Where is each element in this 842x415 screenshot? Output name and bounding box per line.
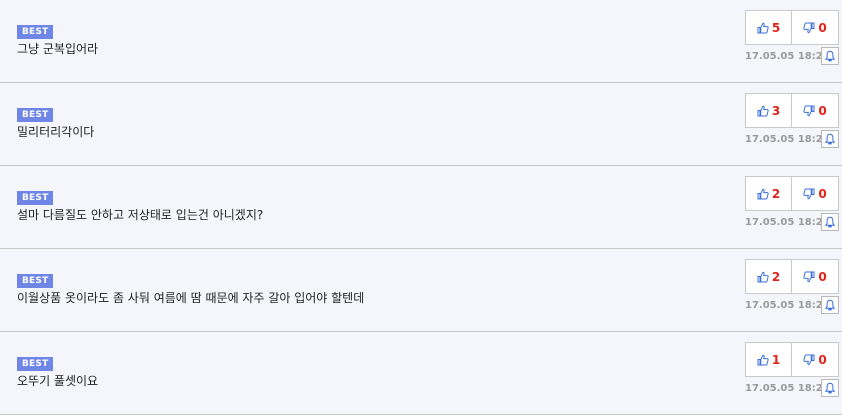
like-count: 2 (771, 186, 781, 201)
comment-list: BEST 그냥 군복입어라 5 0 17.05.05 18:21 BEST 밀리… (0, 0, 842, 415)
comment-date: 17.05.05 18:21 (745, 51, 830, 62)
comment-row: BEST 오뚜기 풀셋이요 1 0 17.05.05 18:21 (0, 332, 842, 415)
like-count: 5 (771, 20, 781, 35)
thumbs-down-icon (803, 105, 815, 116)
dislike-count: 0 (818, 186, 827, 201)
like-button[interactable]: 2 (746, 177, 792, 210)
best-badge: BEST (17, 108, 54, 122)
thumbs-up-icon (757, 354, 769, 365)
dislike-count: 0 (818, 352, 827, 367)
best-badge: BEST (17, 191, 54, 205)
comment-row: BEST 밀리터리각이다 3 0 17.05.05 18:21 (0, 83, 842, 166)
comment-date: 17.05.05 18:21 (745, 134, 830, 145)
comment-text: 그냥 군복입어라 (17, 42, 99, 56)
report-button[interactable] (821, 296, 839, 314)
bell-icon (824, 50, 836, 62)
vote-box: 3 0 (745, 93, 839, 128)
bell-icon (824, 216, 836, 228)
thumbs-up-icon (757, 22, 769, 33)
thumbs-up-icon (757, 271, 769, 282)
thumbs-down-icon (803, 22, 815, 33)
comment-date: 17.05.05 18:21 (745, 383, 830, 394)
comment-text: 밀리터리각이다 (17, 125, 95, 139)
dislike-count: 0 (818, 20, 827, 35)
comment-row: BEST 이월상품 옷이라도 좀 사둬 여름에 땀 때문에 자주 갈아 입어야 … (0, 249, 842, 332)
like-button[interactable]: 2 (746, 260, 792, 293)
dislike-count: 0 (818, 269, 827, 284)
comment-text: 설마 다름질도 안하고 저상태로 입는건 아니겠지? (17, 208, 264, 222)
vote-box: 5 0 (745, 10, 839, 45)
best-badge: BEST (17, 274, 54, 288)
like-count: 2 (771, 269, 781, 284)
comment-text: 이월상품 옷이라도 좀 사둬 여름에 땀 때문에 자주 갈아 입어야 할텐데 (17, 291, 365, 305)
like-button[interactable]: 1 (746, 343, 792, 376)
comment-date: 17.05.05 18:21 (745, 217, 830, 228)
report-button[interactable] (821, 213, 839, 231)
dislike-button[interactable]: 0 (792, 260, 838, 293)
best-badge: BEST (17, 357, 54, 371)
dislike-button[interactable]: 0 (792, 94, 838, 127)
thumbs-down-icon (803, 188, 815, 199)
comment-row: BEST 설마 다름질도 안하고 저상태로 입는건 아니겠지? 2 0 17.0… (0, 166, 842, 249)
comment-date: 17.05.05 18:21 (745, 300, 830, 311)
thumbs-down-icon (803, 354, 815, 365)
thumbs-up-icon (757, 105, 769, 116)
thumbs-down-icon (803, 271, 815, 282)
report-button[interactable] (821, 47, 839, 65)
thumbs-up-icon (757, 188, 769, 199)
comment-text: 오뚜기 풀셋이요 (17, 374, 99, 388)
like-count: 1 (771, 352, 781, 367)
vote-box: 2 0 (745, 259, 839, 294)
bell-icon (824, 133, 836, 145)
like-button[interactable]: 5 (746, 11, 792, 44)
dislike-button[interactable]: 0 (792, 177, 838, 210)
report-button[interactable] (821, 379, 839, 397)
comment-row: BEST 그냥 군복입어라 5 0 17.05.05 18:21 (0, 0, 842, 83)
vote-box: 1 0 (745, 342, 839, 377)
dislike-button[interactable]: 0 (792, 11, 838, 44)
like-count: 3 (771, 103, 781, 118)
bell-icon (824, 299, 836, 311)
dislike-button[interactable]: 0 (792, 343, 838, 376)
report-button[interactable] (821, 130, 839, 148)
dislike-count: 0 (818, 103, 827, 118)
vote-box: 2 0 (745, 176, 839, 211)
like-button[interactable]: 3 (746, 94, 792, 127)
best-badge: BEST (17, 25, 54, 39)
bell-icon (824, 382, 836, 394)
